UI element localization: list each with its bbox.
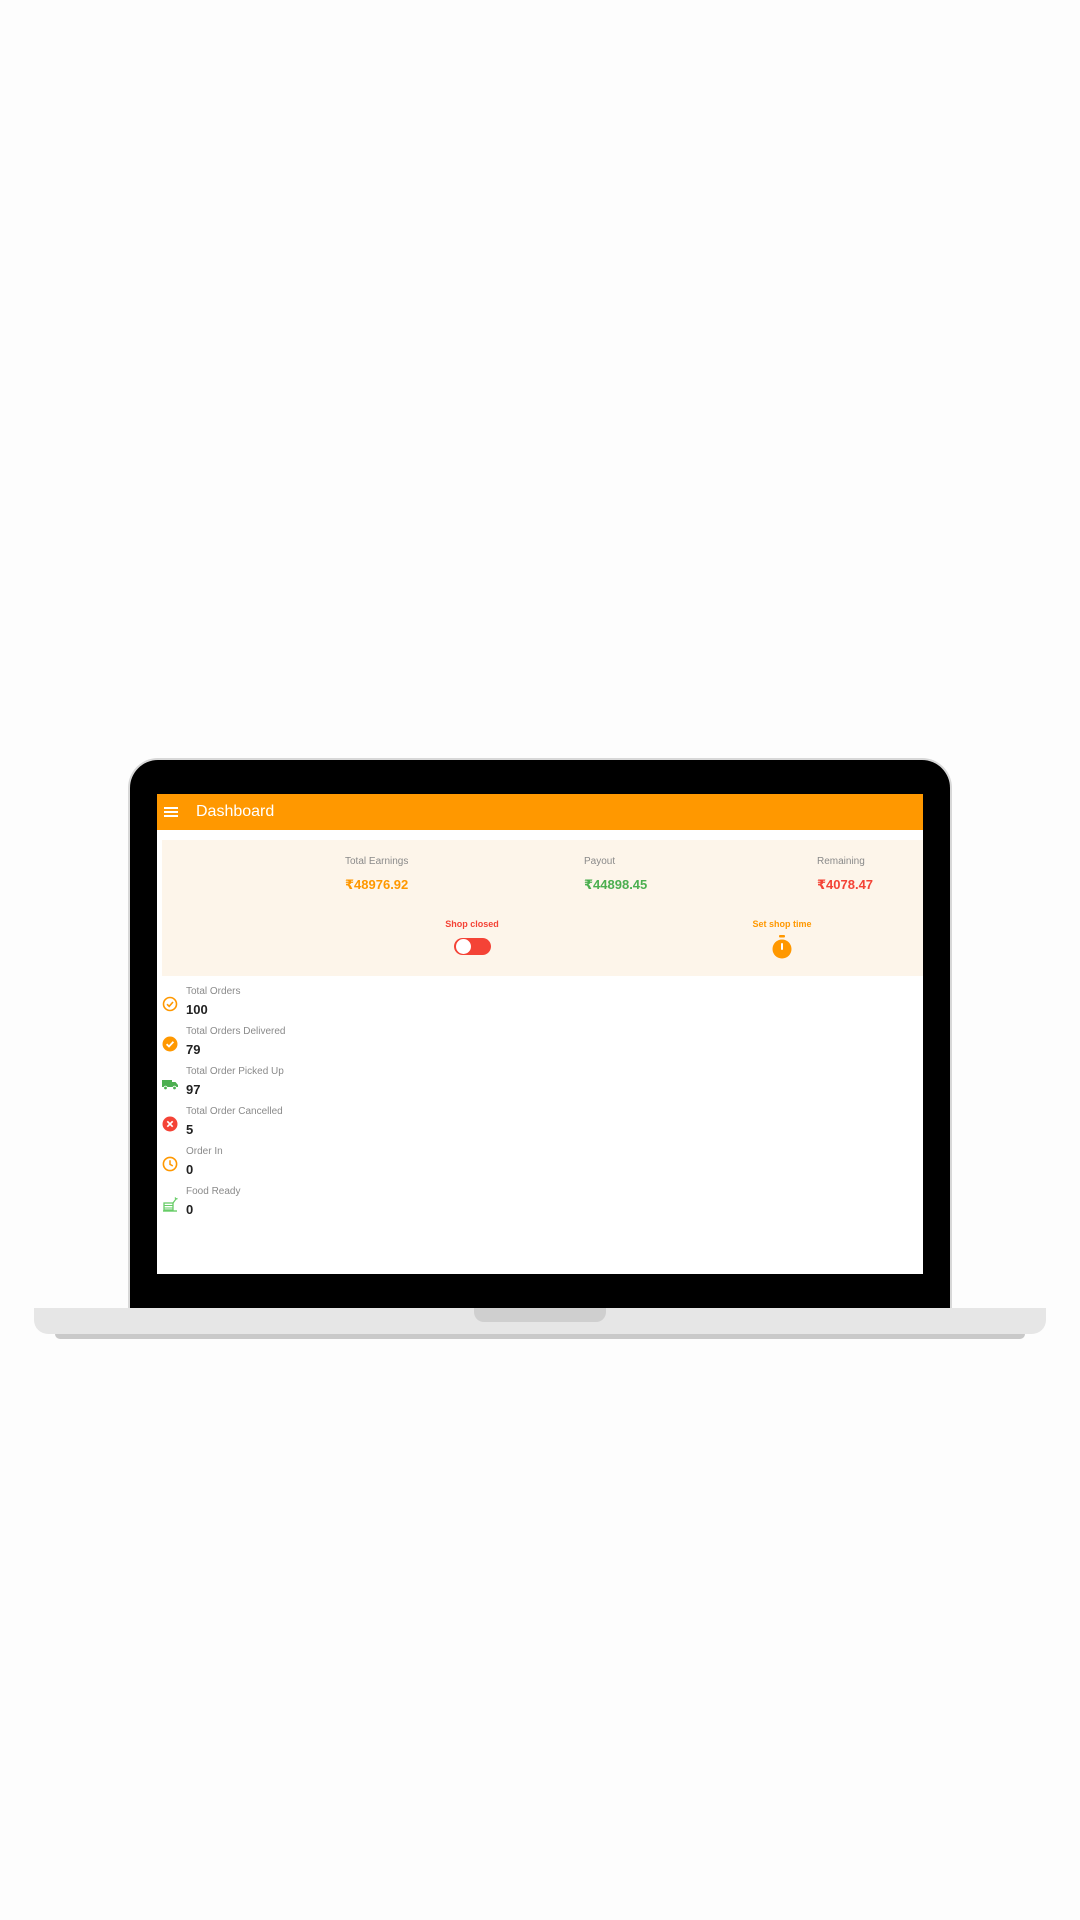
shop-status-label: Shop closed	[445, 919, 499, 929]
order-stat-label: Order In	[186, 1146, 223, 1157]
shop-open-toggle[interactable]	[453, 938, 491, 955]
app-bar: Dashboard	[157, 794, 923, 830]
order-stat-value: 100	[186, 1002, 208, 1017]
menu-icon[interactable]	[164, 807, 178, 817]
remaining-label: Remaining	[817, 856, 865, 867]
set-shop-time-label: Set shop time	[752, 919, 812, 929]
clock-icon	[162, 1156, 178, 1172]
cancel-circle-icon	[162, 1116, 178, 1132]
order-stat-label: Total Orders	[186, 986, 241, 997]
shop-status-control: Shop closed	[422, 919, 522, 960]
stopwatch-icon	[772, 935, 792, 959]
order-stat-value: 5	[186, 1122, 194, 1137]
list-item: Food Ready 0	[162, 1184, 562, 1224]
order-stat-label: Total Order Picked Up	[186, 1066, 284, 1077]
order-stat-value: 0	[186, 1162, 194, 1177]
order-stat-value: 97	[186, 1082, 201, 1097]
page: Dashboard Total Earnings ₹48976.92 Payou…	[0, 0, 1080, 1920]
laptop-notch	[474, 1308, 606, 1322]
order-stat-label: Food Ready	[186, 1186, 241, 1197]
truck-icon	[162, 1080, 178, 1091]
remaining-value: ₹4078.47	[817, 877, 874, 892]
order-stats-list: Total Orders 100 Total Orders Delivered …	[162, 984, 562, 1224]
total-earnings-label: Total Earnings	[345, 856, 409, 867]
order-stat-label: Total Orders Delivered	[186, 1026, 286, 1037]
check-circle-outline-icon	[162, 996, 178, 1012]
total-earnings-value: ₹48976.92	[345, 877, 409, 892]
list-item: Total Order Picked Up 97	[162, 1064, 562, 1104]
earnings-summary: Total Earnings ₹48976.92 Payout ₹44898.4…	[162, 840, 923, 976]
list-item: Total Order Cancelled 5	[162, 1104, 562, 1144]
app-screen: Dashboard Total Earnings ₹48976.92 Payou…	[157, 794, 923, 1274]
laptop-foot	[55, 1334, 1025, 1339]
payout-stat: Payout ₹44898.45	[584, 856, 647, 893]
remaining-stat: Remaining ₹4078.47	[817, 856, 873, 893]
order-stat-label: Total Order Cancelled	[186, 1106, 283, 1117]
set-shop-time-button[interactable]: Set shop time	[732, 919, 832, 959]
payout-value: ₹44898.45	[584, 877, 648, 892]
check-circle-filled-icon	[162, 1036, 178, 1052]
food-icon	[163, 1197, 178, 1212]
page-title: Dashboard	[196, 803, 275, 820]
list-item: Total Orders Delivered 79	[162, 1024, 562, 1064]
order-stat-value: 79	[186, 1042, 201, 1057]
total-earnings-stat: Total Earnings ₹48976.92	[345, 856, 408, 893]
list-item: Order In 0	[162, 1144, 562, 1184]
order-stat-value: 0	[186, 1202, 194, 1217]
list-item: Total Orders 100	[162, 984, 562, 1024]
toggle-knob	[455, 939, 471, 954]
payout-label: Payout	[584, 856, 616, 867]
